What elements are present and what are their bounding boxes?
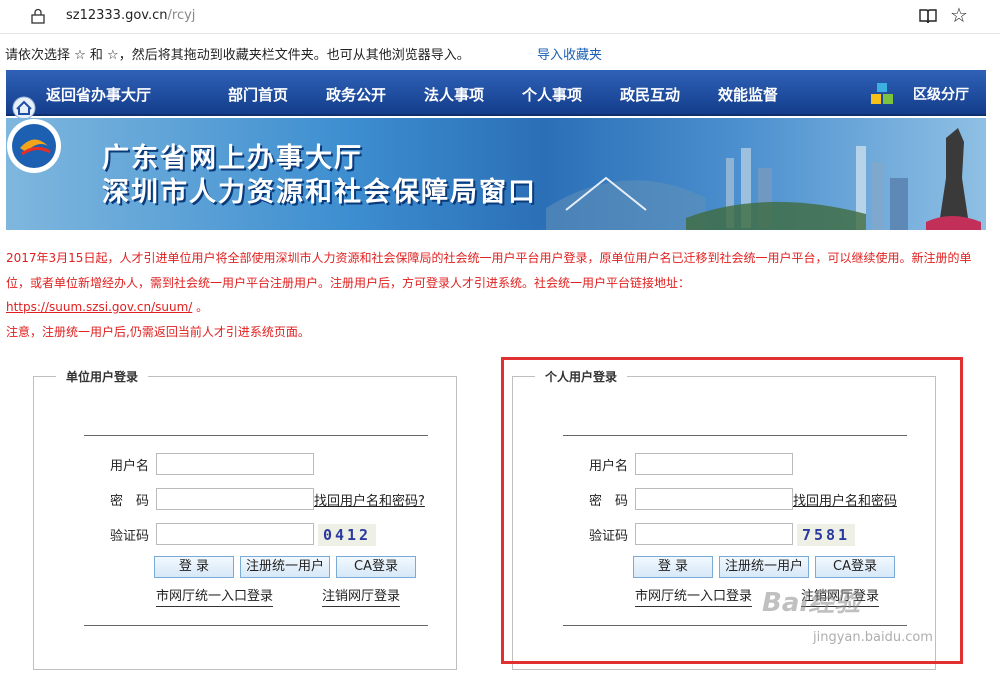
site-nav: 返回省办事大厅 部门首页 政务公开 法人事项 个人事项 政民互动 效能监督 区级… [6, 70, 986, 120]
suum-link[interactable]: https://suum.szsi.gov.cn/suum/ [6, 300, 192, 314]
address-bar[interactable]: sz12333.gov.cn/rcyj ☆ [0, 0, 1000, 34]
district-blocks-icon [871, 83, 893, 104]
nav-item-dept-home[interactable]: 部门首页 [228, 84, 288, 105]
unit-captcha-image[interactable]: 0412 [318, 524, 376, 546]
nav-item-legal-entity[interactable]: 法人事项 [424, 84, 484, 105]
highlight-frame [501, 357, 963, 664]
nav-item-gov-affairs[interactable]: 政务公开 [326, 84, 386, 105]
divider [84, 625, 428, 626]
url-text[interactable]: sz12333.gov.cn/rcyj [66, 8, 195, 23]
unit-captcha-input[interactable] [156, 523, 314, 545]
lock-icon [31, 8, 45, 24]
unit-login-title: 单位用户登录 [56, 368, 149, 385]
captcha-label: 验证码 [110, 529, 150, 544]
notice-text: 2017年3月15日起，人才引进单位用户将全部使用深圳市人力资源和社会保障局的社… [6, 246, 990, 344]
gd-emblem-logo [7, 119, 61, 173]
password-label: 密 码 [110, 494, 150, 509]
favorites-bar: 请依次选择 ☆ 和 ☆，然后将其拖动到收藏夹栏文件夹。也可从其他浏览器导入。 导… [0, 34, 1000, 68]
nav-district-hall[interactable]: 区级分厅 [913, 84, 969, 104]
unit-find-password-link[interactable]: 找回用户名和密码? [314, 490, 425, 509]
nav-back-province[interactable]: 返回省办事大厅 [46, 84, 151, 105]
favorites-hint: 请依次选择 ☆ 和 ☆，然后将其拖动到收藏夹栏文件夹。也可从其他浏览器导入。 [5, 48, 470, 63]
url-host: sz12333.gov.cn [66, 8, 168, 23]
nav-item-personal[interactable]: 个人事项 [522, 84, 582, 105]
nav-item-supervision[interactable]: 效能监督 [718, 84, 778, 105]
unit-login-button[interactable]: 登 录 [154, 556, 234, 578]
nav-item-interaction[interactable]: 政民互动 [620, 84, 680, 105]
reading-view-icon[interactable] [918, 6, 938, 26]
unit-username-input[interactable] [156, 453, 314, 475]
notice-link-suffix: 。 [196, 300, 209, 314]
baidu-watermark: Bai经验 [762, 588, 861, 618]
favorite-star-icon[interactable]: ☆ [950, 3, 968, 27]
notice-line1: 2017年3月15日起，人才引进单位用户将全部使用深圳市人力资源和社会保障局的社… [6, 251, 972, 290]
unit-ca-login-button[interactable]: CA登录 [336, 556, 416, 578]
unit-login-panel: 单位用户登录 用户名 密 码 找回用户名和密码? 验证码 0412 登 录 注册… [33, 368, 457, 670]
url-path: /rcyj [167, 8, 196, 23]
divider [84, 435, 428, 436]
banner-title-line2: 深圳市人力资源和社会保障局窗口 [102, 177, 537, 208]
unit-city-portal-link[interactable]: 市网厅统一入口登录 [156, 585, 274, 607]
unit-register-button[interactable]: 注册统一用户 [240, 556, 330, 578]
unit-password-input[interactable] [156, 488, 314, 510]
username-label: 用户名 [110, 459, 150, 474]
home-icon[interactable] [10, 96, 38, 120]
baidu-watermark-url: jingyan.baidu.com [813, 630, 933, 645]
unit-logout-link[interactable]: 注销网厅登录 [322, 585, 401, 607]
import-favorites-link[interactable]: 导入收藏夹 [537, 44, 602, 63]
site-banner: 广东省网上办事大厅 深圳市人力资源和社会保障局窗口 [6, 118, 986, 230]
notice-line2: 注意，注册统一用户后,仍需返回当前人才引进系统页面。 [6, 324, 310, 339]
